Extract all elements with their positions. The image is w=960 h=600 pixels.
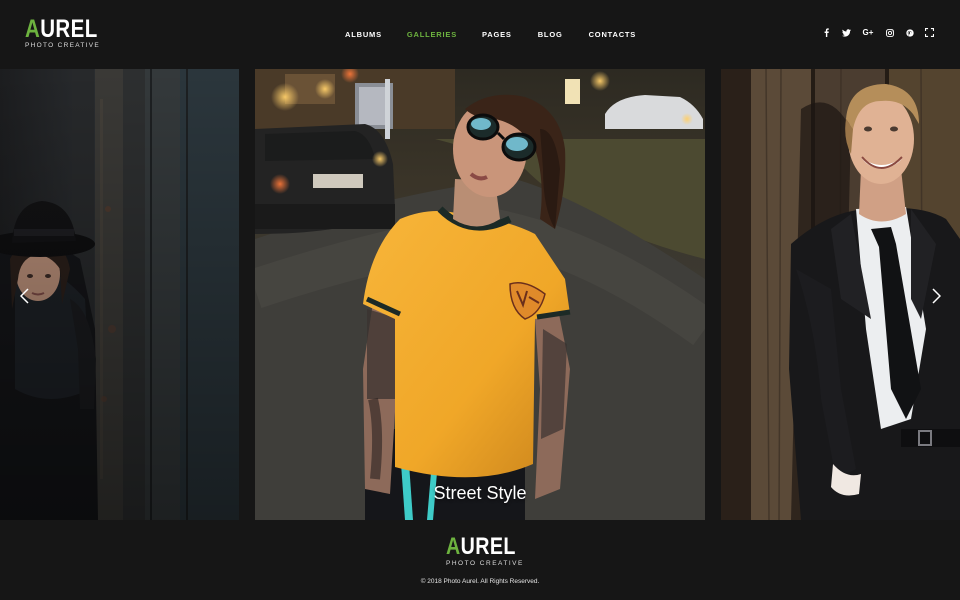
social-links: G+ [822, 27, 934, 38]
instagram-icon[interactable] [885, 27, 894, 38]
facebook-icon[interactable] [822, 27, 831, 38]
photo-woman-hat [0, 69, 239, 520]
gallery-carousel[interactable]: Street Style [0, 69, 960, 520]
photo-street-style [255, 69, 705, 520]
gallery-slide-woman-hat[interactable] [0, 69, 239, 520]
main-nav: ALBUMS GALLERIES PAGES BLOG CONTACTS [345, 30, 636, 39]
chevron-left-icon[interactable] [17, 287, 31, 305]
photo-man-suit [721, 69, 960, 520]
gallery-slide-street-style[interactable]: Street Style [255, 69, 705, 520]
twitter-icon[interactable] [842, 27, 851, 38]
slide-caption[interactable]: Street Style [255, 483, 705, 504]
nav-item-albums[interactable]: ALBUMS [345, 30, 382, 39]
copyright-text: © 2018 Photo Aurel. All Rights Reserved. [420, 578, 540, 585]
logo-tagline: PHOTO CREATIVE [25, 42, 101, 49]
logo-wordmark: AUREL [25, 15, 98, 43]
site-header: AUREL PHOTO CREATIVE ALBUMS GALLERIES PA… [0, 0, 960, 69]
nav-item-blog[interactable]: BLOG [538, 30, 563, 39]
footer-logo-wordmark: AUREL [446, 533, 516, 560]
nav-item-contacts[interactable]: CONTACTS [589, 30, 637, 39]
nav-item-galleries[interactable]: GALLERIES [407, 30, 457, 39]
fullscreen-icon[interactable] [925, 27, 934, 38]
site-footer: AUREL PHOTO CREATIVE © 2018 Photo Aurel.… [0, 520, 960, 600]
chevron-right-icon[interactable] [929, 287, 943, 305]
nav-item-pages[interactable]: PAGES [482, 30, 512, 39]
site-logo[interactable]: AUREL PHOTO CREATIVE [25, 15, 114, 50]
pinterest-icon[interactable] [905, 27, 914, 38]
footer-logo[interactable]: AUREL PHOTO CREATIVE [446, 533, 531, 568]
gallery-slide-man-suit[interactable] [721, 69, 960, 520]
google-plus-icon[interactable]: G+ [862, 27, 874, 38]
footer-logo-tagline: PHOTO CREATIVE [446, 560, 524, 567]
